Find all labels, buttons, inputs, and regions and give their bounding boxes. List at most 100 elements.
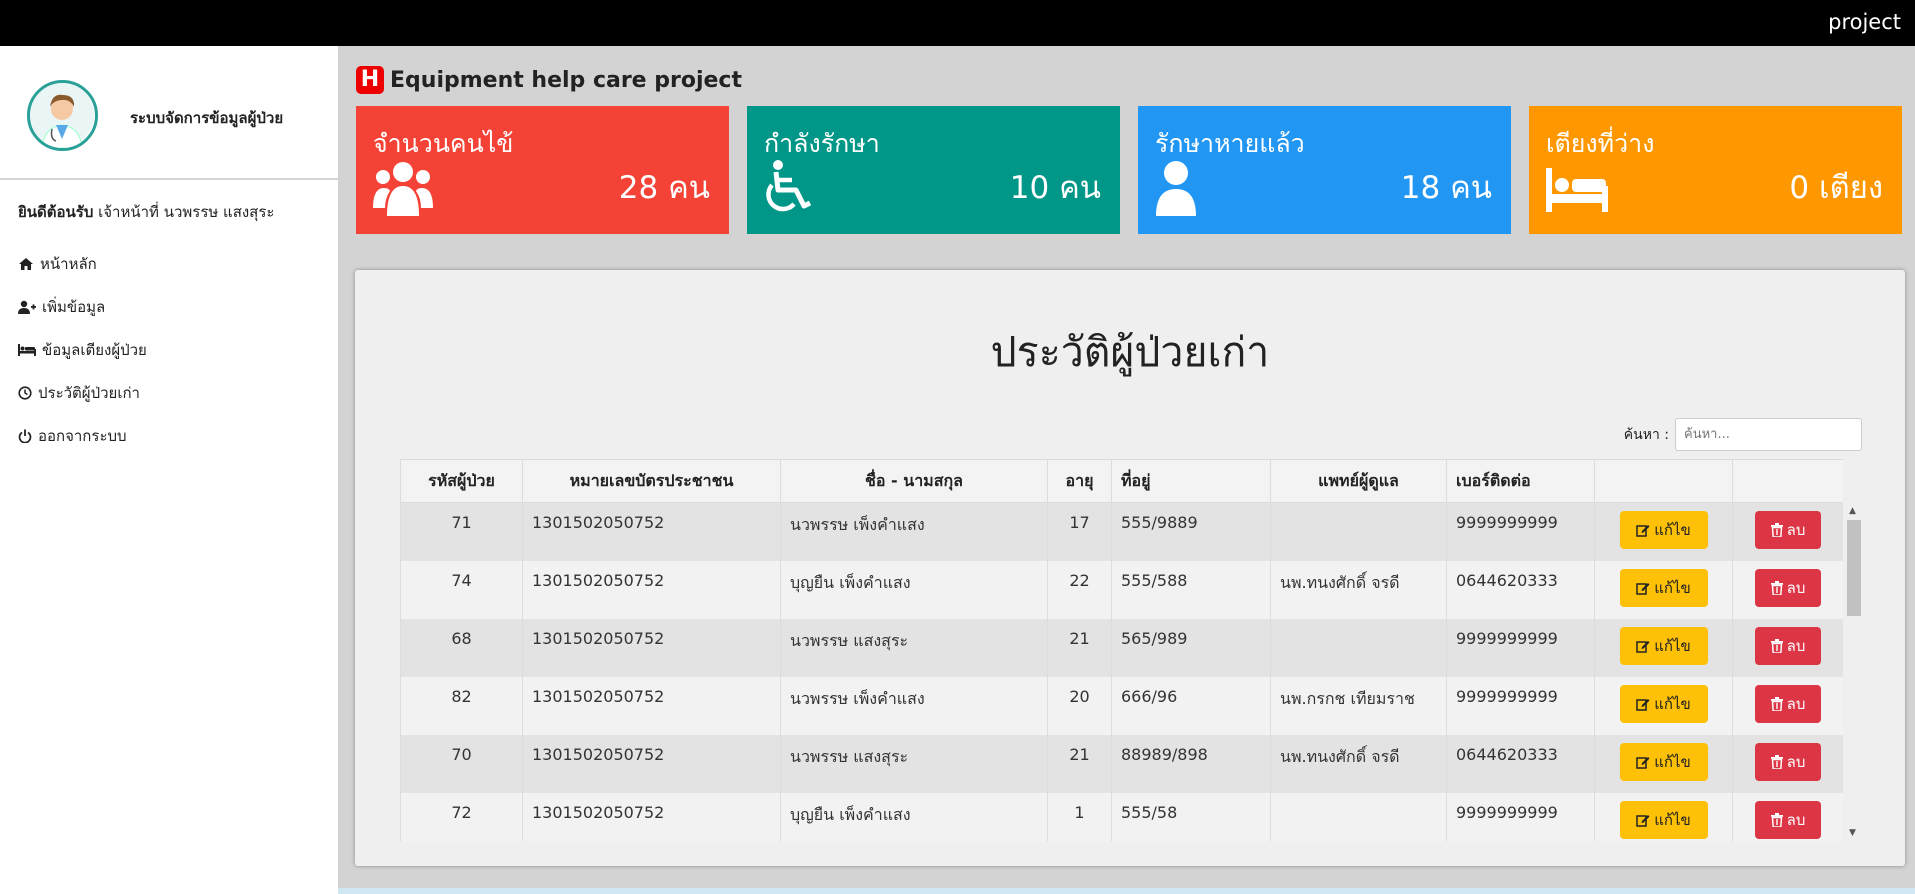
- cell-delete: ลบ: [1732, 676, 1843, 735]
- cell-name: บุญยืน เพ็งคำแสง: [780, 792, 1048, 841]
- delete-button[interactable]: ลบ: [1755, 800, 1821, 839]
- search-label: ค้นหา :: [1623, 426, 1669, 443]
- cell-phone: 0644620333: [1446, 560, 1595, 619]
- cell-citizen-id: 1301502050752: [522, 618, 781, 677]
- delete-label: ลบ: [1786, 752, 1806, 771]
- cell-patient-id: 70: [400, 734, 523, 793]
- cell-patient-id: 68: [400, 618, 523, 677]
- table-scrollbar[interactable]: ▲ ▼: [1845, 506, 1861, 838]
- delete-button[interactable]: ลบ: [1755, 684, 1821, 723]
- cell-edit: แก้ไข: [1594, 560, 1733, 619]
- edit-button[interactable]: แก้ไข: [1619, 742, 1708, 781]
- column-header-age[interactable]: อายุ: [1047, 459, 1112, 503]
- cell-patient-id: 74: [400, 560, 523, 619]
- delete-button[interactable]: ลบ: [1755, 626, 1821, 665]
- sidebar-item-beds[interactable]: ข้อมูลเตียงผู้ป่วย: [18, 328, 147, 371]
- bed-icon: [1546, 168, 1608, 212]
- delete-label: ลบ: [1786, 578, 1806, 597]
- cell-phone: 9999999999: [1446, 676, 1595, 735]
- search-input[interactable]: [1675, 418, 1862, 451]
- delete-button[interactable]: ลบ: [1755, 511, 1821, 549]
- trash-icon: [1770, 523, 1783, 537]
- edit-button[interactable]: แก้ไข: [1619, 684, 1708, 723]
- edit-icon: [1636, 525, 1650, 537]
- edit-button[interactable]: แก้ไข: [1619, 568, 1708, 607]
- scroll-down-arrow-icon[interactable]: ▼: [1849, 828, 1856, 838]
- cell-edit: แก้ไข: [1594, 618, 1733, 677]
- top-navbar: project: [0, 0, 1915, 46]
- edit-button[interactable]: แก้ไข: [1619, 626, 1708, 665]
- column-header-name[interactable]: ชื่อ - นามสกุล: [780, 459, 1048, 503]
- scrollbar-thumb[interactable]: [1847, 520, 1861, 616]
- cell-patient-id: 71: [400, 502, 523, 561]
- cell-name: นวพรรษ แสงสุระ: [780, 734, 1048, 793]
- card-title: รักษาหายแล้ว: [1155, 129, 1305, 158]
- sidebar-item-label: ประวัติผู้ป่วยเก่า: [38, 383, 140, 402]
- sidebar-menu: หน้าหลัก เพิ่มข้อมูล ข้อมูลเตียงผู้ป่วย …: [18, 242, 147, 457]
- cell-address: 565/989: [1111, 618, 1271, 677]
- cell-doctor: นพ.ทนงศักดิ์ จรดี: [1270, 734, 1447, 793]
- hospital-logo-icon: H: [356, 66, 384, 94]
- cell-name: นวพรรษ เพ็งคำแสง: [780, 502, 1048, 561]
- table-row: 82 1301502050752 นวพรรษ เพ็งคำแสง 20 666/96 น…: [400, 676, 1843, 735]
- cell-delete: ลบ: [1732, 792, 1843, 841]
- welcome-message: ยินดีต้อนรับ เจ้าหน้าที่ นวพรรษ แสงสุระ: [18, 200, 274, 224]
- cell-delete: ลบ: [1732, 734, 1843, 793]
- system-title: ระบบจัดการข้อมูลผู้ป่วย: [130, 109, 284, 127]
- card-value: 10 คน: [1009, 170, 1101, 206]
- cell-citizen-id: 1301502050752: [522, 676, 781, 735]
- edit-label: แก้ไข: [1654, 636, 1691, 655]
- table-row: 68 1301502050752 นวพรรษ แสงสุระ 21 565/989 99…: [400, 618, 1843, 677]
- bottom-strip: [338, 888, 1915, 894]
- cell-citizen-id: 1301502050752: [522, 560, 781, 619]
- column-header-phone[interactable]: เบอร์ติดต่อ: [1446, 459, 1595, 503]
- welcome-user: เจ้าหน้าที่ นวพรรษ แสงสุระ: [93, 203, 275, 221]
- cell-doctor: นพ.ทนงศักดิ์ จรดี: [1270, 560, 1447, 619]
- cell-citizen-id: 1301502050752: [522, 734, 781, 793]
- patient-table-container: รหัสผู้ป่วย หมายเลขบัตรประชาชน ชื่อ - นา…: [400, 459, 1843, 841]
- cell-delete: ลบ: [1732, 560, 1843, 619]
- trash-icon: [1770, 696, 1783, 711]
- scroll-up-arrow-icon[interactable]: ▲: [1849, 506, 1856, 516]
- sidebar-item-home[interactable]: หน้าหลัก: [18, 242, 147, 285]
- edit-label: แก้ไข: [1654, 752, 1691, 771]
- sidebar-item-history[interactable]: ประวัติผู้ป่วยเก่า: [18, 371, 147, 414]
- column-header-edit: [1594, 459, 1733, 503]
- card-value: 28 คน: [618, 170, 710, 206]
- column-header-delete: [1732, 459, 1843, 503]
- table-row: 70 1301502050752 นวพรรษ แสงสุระ 21 88989/898…: [400, 734, 1843, 793]
- cell-age: 17: [1047, 502, 1112, 561]
- cell-address: 88989/898: [1111, 734, 1271, 793]
- cell-phone: 9999999999: [1446, 618, 1595, 677]
- cell-patient-id: 82: [400, 676, 523, 735]
- delete-button[interactable]: ลบ: [1755, 742, 1821, 781]
- edit-icon: [1636, 814, 1650, 827]
- cell-address: 666/96: [1111, 676, 1271, 735]
- cell-age: 1: [1047, 792, 1112, 841]
- edit-button[interactable]: แก้ไข: [1619, 511, 1708, 549]
- column-header-id[interactable]: รหัสผู้ป่วย: [400, 459, 523, 503]
- cell-phone: 9999999999: [1446, 792, 1595, 841]
- cell-edit: แก้ไข: [1594, 734, 1733, 793]
- card-value: 18 คน: [1400, 170, 1492, 206]
- trash-icon: [1770, 754, 1783, 769]
- sidebar-item-label: ข้อมูลเตียงผู้ป่วย: [42, 340, 147, 359]
- cell-age: 20: [1047, 676, 1112, 735]
- sidebar-item-add-data[interactable]: เพิ่มข้อมูล: [18, 285, 147, 328]
- cell-doctor: [1270, 792, 1447, 841]
- column-header-citizen-id[interactable]: หมายเลขบัตรประชาชน: [522, 459, 781, 503]
- home-icon: [19, 257, 33, 270]
- cell-doctor: [1270, 618, 1447, 677]
- column-header-address[interactable]: ที่อยู่: [1111, 459, 1271, 503]
- edit-label: แก้ไข: [1654, 810, 1691, 829]
- card-total-patients: จำนวนคนไข้ 28 คน: [356, 106, 729, 234]
- navbar-brand[interactable]: project: [1828, 10, 1901, 34]
- power-icon: [18, 429, 32, 443]
- wheelchair-icon: [766, 160, 812, 212]
- cell-address: 555/588: [1111, 560, 1271, 619]
- sidebar-item-logout[interactable]: ออกจากระบบ: [18, 414, 147, 457]
- edit-button[interactable]: แก้ไข: [1619, 800, 1708, 839]
- column-header-doctor[interactable]: แพทย์ผู้ดูแล: [1270, 459, 1447, 503]
- card-value: 0 เตียง: [1789, 170, 1883, 206]
- delete-button[interactable]: ลบ: [1755, 568, 1821, 607]
